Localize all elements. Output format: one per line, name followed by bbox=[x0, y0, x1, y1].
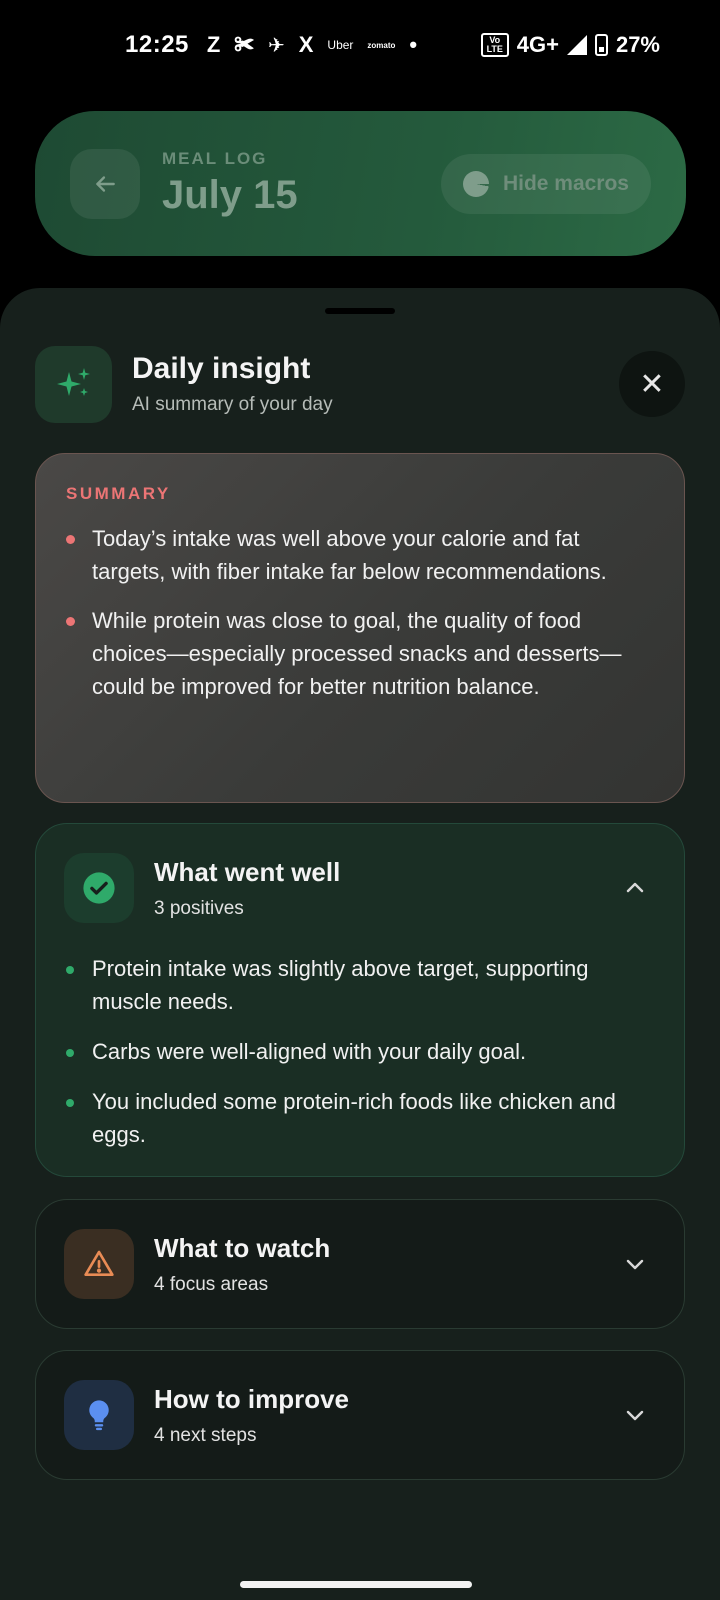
header-text: MEAL LOG July 15 bbox=[162, 149, 298, 218]
list-item: You included some protein-rich foods lik… bbox=[66, 1085, 654, 1151]
battery-icon bbox=[594, 34, 608, 56]
sparkles-icon bbox=[35, 345, 112, 423]
what-went-well-section: What went well 3 positives Protein intak… bbox=[35, 823, 685, 1177]
battery-percent: 27% bbox=[615, 32, 660, 57]
positives-list: Protein intake was slightly above target… bbox=[36, 952, 684, 1151]
hide-macros-button[interactable]: Hide macros bbox=[440, 153, 651, 214]
section-text: What to watch 4 focus areas bbox=[154, 1233, 330, 1296]
meal-log-header: MEAL LOG July 15 Hide macros bbox=[35, 111, 686, 256]
zepto-icon: Z bbox=[206, 32, 221, 57]
sheet-title: Daily insight bbox=[132, 352, 311, 385]
header-kicker: MEAL LOG bbox=[162, 149, 268, 168]
chevron-down-icon[interactable] bbox=[622, 1402, 648, 1428]
app-icon: ✈ bbox=[267, 34, 285, 57]
volte-icon: Vo LTE bbox=[480, 33, 509, 57]
summary-list: Today’s intake was well above your calor… bbox=[66, 522, 654, 703]
summary-heading: SUMMARY bbox=[66, 484, 171, 503]
pie-chart-icon bbox=[462, 170, 489, 197]
section-title: What to watch bbox=[154, 1232, 331, 1263]
system-status: Vo LTE 4G+ 27% bbox=[480, 32, 660, 58]
section-title: What went well bbox=[154, 856, 341, 887]
signal-icon bbox=[566, 35, 587, 55]
home-indicator[interactable] bbox=[240, 1581, 472, 1588]
sheet-header: Daily insight AI summary of your day ✕ bbox=[35, 344, 685, 424]
drag-handle[interactable] bbox=[325, 308, 395, 314]
section-subtitle: 4 next steps bbox=[154, 1424, 257, 1446]
sheet-title-wrap: Daily insight AI summary of your day bbox=[132, 352, 333, 416]
warning-triangle-icon bbox=[64, 1229, 134, 1299]
network-type: 4G+ bbox=[516, 32, 559, 57]
status-bar: 12:25 Z ✀ ✈ X Uber zomato • Vo LTE 4G+ 2… bbox=[0, 0, 720, 90]
what-to-watch-header[interactable]: What to watch 4 focus areas bbox=[36, 1200, 684, 1328]
chevron-down-icon[interactable] bbox=[622, 1251, 648, 1277]
section-text: What went well 3 positives bbox=[154, 857, 340, 920]
scissors-icon: ✀ bbox=[234, 33, 254, 56]
lightbulb-icon bbox=[64, 1380, 134, 1450]
more-notifications-dot: • bbox=[409, 32, 418, 57]
list-item: Carbs were well-aligned with your daily … bbox=[66, 1035, 654, 1068]
section-subtitle: 4 focus areas bbox=[154, 1273, 269, 1295]
chevron-up-icon[interactable] bbox=[622, 875, 648, 901]
summary-item: While protein was close to goal, the qua… bbox=[66, 604, 654, 703]
arrow-left-icon bbox=[96, 175, 115, 192]
what-to-watch-section[interactable]: What to watch 4 focus areas bbox=[35, 1199, 685, 1329]
zomato-icon: zomato bbox=[367, 40, 396, 50]
section-text: How to improve 4 next steps bbox=[154, 1384, 349, 1447]
header-date: July 15 bbox=[162, 173, 298, 217]
section-title: How to improve bbox=[154, 1383, 350, 1414]
summary-item: Today’s intake was well above your calor… bbox=[66, 522, 654, 588]
close-button[interactable]: ✕ bbox=[619, 351, 685, 417]
list-item: Protein intake was slightly above target… bbox=[66, 952, 654, 1018]
uber-icon: Uber bbox=[327, 38, 354, 52]
status-time: 12:25 bbox=[125, 31, 189, 58]
how-to-improve-header[interactable]: How to improve 4 next steps bbox=[36, 1351, 684, 1479]
section-subtitle: 3 positives bbox=[154, 897, 244, 919]
close-icon: ✕ bbox=[639, 367, 665, 401]
how-to-improve-section[interactable]: How to improve 4 next steps bbox=[35, 1350, 685, 1480]
daily-insight-sheet: Daily insight AI summary of your day ✕ S… bbox=[0, 288, 720, 1600]
sheet-subtitle: AI summary of your day bbox=[132, 394, 333, 415]
hide-macros-label: Hide macros bbox=[502, 171, 629, 195]
check-circle-icon bbox=[64, 853, 134, 923]
what-went-well-header[interactable]: What went well 3 positives bbox=[36, 824, 684, 952]
notification-icons: Z ✀ ✈ X Uber zomato • bbox=[207, 32, 417, 58]
back-button[interactable] bbox=[70, 148, 140, 219]
summary-card: SUMMARY Today’s intake was well above yo… bbox=[35, 453, 685, 803]
x-icon: X bbox=[298, 32, 314, 57]
